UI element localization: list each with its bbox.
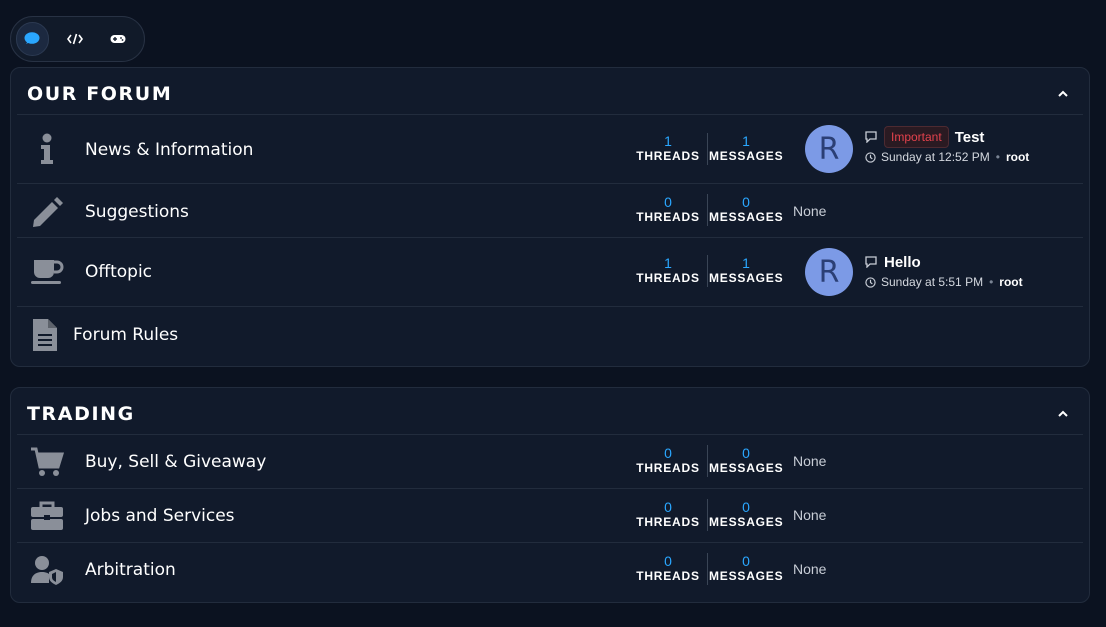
messages-stat: 0 MESSAGES	[709, 553, 784, 584]
messages-stat: 1 MESSAGES	[709, 255, 784, 286]
node-title[interactable]: News & Information	[85, 140, 253, 160]
last-post-user[interactable]: root	[1006, 150, 1029, 164]
tab-gaming[interactable]	[101, 22, 134, 56]
last-post-title[interactable]: Test	[955, 129, 985, 146]
comment-icon	[865, 131, 877, 143]
last-post-none: None	[793, 561, 827, 577]
category-header: OUR FORUM	[17, 68, 1083, 115]
messages-count: 0	[742, 553, 750, 569]
threads-count: 0	[664, 553, 672, 569]
category-title: TRADING	[27, 403, 135, 425]
last-post-none: None	[793, 507, 827, 523]
threads-label: THREADS	[636, 149, 700, 163]
messages-label: MESSAGES	[709, 569, 784, 583]
threads-count: 0	[664, 499, 672, 515]
threads-stat: 0 THREADS	[635, 445, 701, 476]
chevron-up-icon[interactable]	[1055, 406, 1071, 422]
messages-stat: 0 MESSAGES	[709, 499, 784, 530]
node-jobs-services: Jobs and Services 0 THREADS 0 MESSAGES N…	[17, 489, 1083, 543]
messages-label: MESSAGES	[709, 271, 784, 285]
stat-divider	[707, 553, 708, 585]
threads-stat: 1 THREADS	[635, 133, 701, 164]
node-title[interactable]: Forum Rules	[73, 325, 178, 345]
stat-divider	[707, 445, 708, 477]
threads-count: 1	[664, 255, 672, 271]
category-our-forum: OUR FORUM News & Information 1 THREADS 1…	[10, 67, 1090, 367]
threads-stat: 0 THREADS	[635, 553, 701, 584]
threads-label: THREADS	[636, 515, 700, 529]
node-title[interactable]: Arbitration	[85, 560, 176, 580]
stat-divider	[707, 194, 708, 226]
separator-dot: •	[995, 150, 1000, 164]
category-title: OUR FORUM	[27, 83, 173, 105]
messages-stat: 0 MESSAGES	[709, 445, 784, 476]
messages-label: MESSAGES	[709, 210, 784, 224]
messages-count: 0	[742, 499, 750, 515]
node-title[interactable]: Buy, Sell & Giveaway	[85, 452, 266, 472]
last-post-none: None	[793, 203, 827, 219]
code-icon	[67, 33, 84, 45]
info-icon	[27, 129, 67, 169]
clock-icon	[865, 276, 876, 288]
threads-count: 0	[664, 194, 672, 210]
node-suggestions: Suggestions 0 THREADS 0 MESSAGES None	[17, 184, 1083, 238]
messages-count: 1	[742, 255, 750, 271]
stat-divider	[707, 133, 708, 165]
node-arbitration: Arbitration 0 THREADS 0 MESSAGES None	[17, 543, 1083, 599]
threads-stat: 0 THREADS	[635, 194, 701, 225]
avatar[interactable]: R	[805, 125, 853, 173]
clock-icon	[865, 151, 876, 163]
messages-stat: 1 MESSAGES	[709, 133, 784, 164]
document-icon	[25, 315, 65, 355]
tab-forum[interactable]	[16, 22, 49, 56]
user-shield-icon	[27, 550, 67, 590]
messages-label: MESSAGES	[709, 149, 784, 163]
threads-label: THREADS	[636, 271, 700, 285]
last-post-user[interactable]: root	[999, 275, 1022, 289]
threads-count: 0	[664, 445, 672, 461]
threads-stat: 1 THREADS	[635, 255, 701, 286]
messages-stat: 0 MESSAGES	[709, 194, 784, 225]
node-offtopic: Offtopic 1 THREADS 1 MESSAGES R Hello Su…	[17, 238, 1083, 307]
last-post-none: None	[793, 453, 827, 469]
separator-dot: •	[989, 275, 994, 289]
node-title[interactable]: Suggestions	[85, 202, 189, 222]
category-trading: TRADING Buy, Sell & Giveaway 0 THREADS 0…	[10, 387, 1090, 603]
avatar[interactable]: R	[805, 248, 853, 296]
messages-count: 0	[742, 445, 750, 461]
prefix-badge[interactable]: Important	[884, 126, 949, 148]
last-post: Hello Sunday at 5:51 PM • root	[865, 251, 1023, 289]
threads-label: THREADS	[636, 461, 700, 475]
stat-divider	[707, 499, 708, 531]
coffee-icon	[27, 252, 67, 292]
node-forum-rules: Forum Rules	[17, 307, 1083, 365]
node-news-information: News & Information 1 THREADS 1 MESSAGES …	[17, 115, 1083, 184]
node-title[interactable]: Jobs and Services	[85, 506, 235, 526]
stat-divider	[707, 255, 708, 287]
briefcase-icon	[27, 496, 67, 536]
comment-icon	[865, 256, 877, 268]
node-title[interactable]: Offtopic	[85, 262, 152, 282]
last-post: Important Test Sunday at 12:52 PM • root	[865, 126, 1029, 164]
tab-development[interactable]	[59, 22, 92, 56]
threads-label: THREADS	[636, 569, 700, 583]
last-post-time[interactable]: Sunday at 5:51 PM	[881, 275, 983, 289]
threads-count: 1	[664, 133, 672, 149]
threads-label: THREADS	[636, 210, 700, 224]
threads-stat: 0 THREADS	[635, 499, 701, 530]
messages-count: 1	[742, 133, 750, 149]
section-tabs	[10, 16, 145, 62]
messages-label: MESSAGES	[709, 515, 784, 529]
last-post-time[interactable]: Sunday at 12:52 PM	[881, 150, 990, 164]
cart-icon	[27, 442, 67, 482]
messages-label: MESSAGES	[709, 461, 784, 475]
last-post-title[interactable]: Hello	[884, 254, 921, 271]
comment-icon	[24, 32, 40, 44]
pencil-icon	[27, 191, 67, 231]
gamepad-icon	[110, 35, 126, 43]
category-header: TRADING	[17, 388, 1083, 435]
messages-count: 0	[742, 194, 750, 210]
chevron-up-icon[interactable]	[1055, 86, 1071, 102]
node-buy-sell-giveaway: Buy, Sell & Giveaway 0 THREADS 0 MESSAGE…	[17, 435, 1083, 489]
